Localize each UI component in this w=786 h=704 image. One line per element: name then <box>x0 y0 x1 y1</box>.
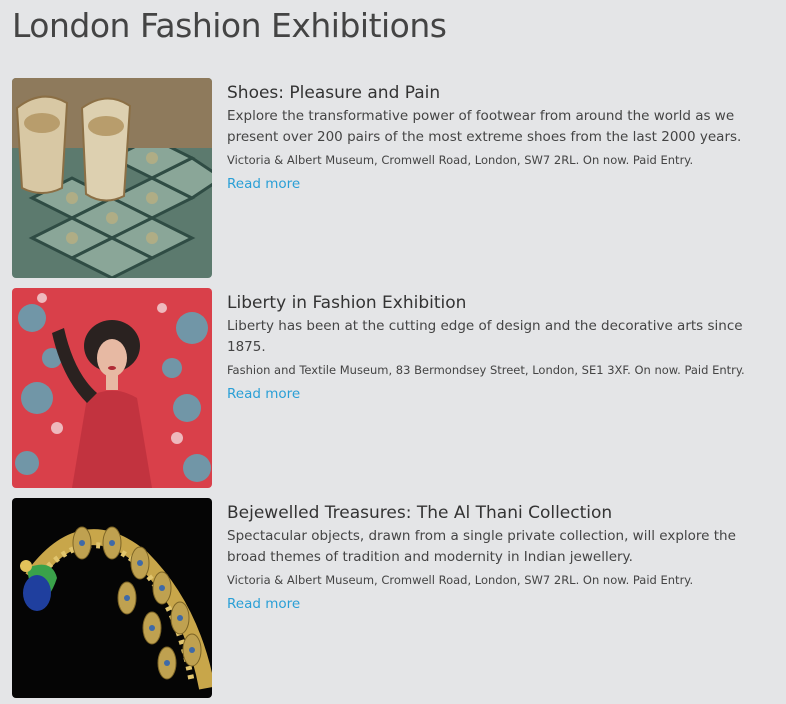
exhibition-description: Explore the transformative power of foot… <box>227 108 742 145</box>
read-more-link[interactable]: Read more <box>227 174 300 194</box>
page-title: London Fashion Exhibitions <box>12 6 447 45</box>
exhibition-description: Spectacular objects, drawn from a single… <box>227 528 736 565</box>
exhibition-item: Bejewelled Treasures: The Al Thani Colle… <box>12 498 772 698</box>
exhibition-venue: Fashion and Textile Museum, 83 Bermondse… <box>227 363 745 377</box>
exhibition-image-jewellery[interactable] <box>12 498 212 698</box>
exhibition-title: Shoes: Pleasure and Pain <box>227 83 441 103</box>
peacock-brooch-photo <box>12 498 212 698</box>
exhibition-description: Liberty has been at the cutting edge of … <box>227 318 743 355</box>
read-more-link[interactable]: Read more <box>227 594 300 614</box>
exhibition-item: Shoes: Pleasure and Pain Explore the tra… <box>12 78 772 278</box>
exhibition-venue: Victoria & Albert Museum, Cromwell Road,… <box>227 153 694 167</box>
liberty-photo <box>12 288 212 488</box>
exhibition-item: Liberty in Fashion Exhibition Liberty ha… <box>12 288 772 488</box>
exhibition-image-liberty[interactable] <box>12 288 212 488</box>
read-more-link[interactable]: Read more <box>227 384 300 404</box>
exhibition-venue: Victoria & Albert Museum, Cromwell Road,… <box>227 573 694 587</box>
shoes-photo <box>12 78 212 278</box>
exhibition-image-shoes[interactable] <box>12 78 212 278</box>
exhibition-title: Liberty in Fashion Exhibition <box>227 293 467 313</box>
exhibition-title: Bejewelled Treasures: The Al Thani Colle… <box>227 503 613 523</box>
